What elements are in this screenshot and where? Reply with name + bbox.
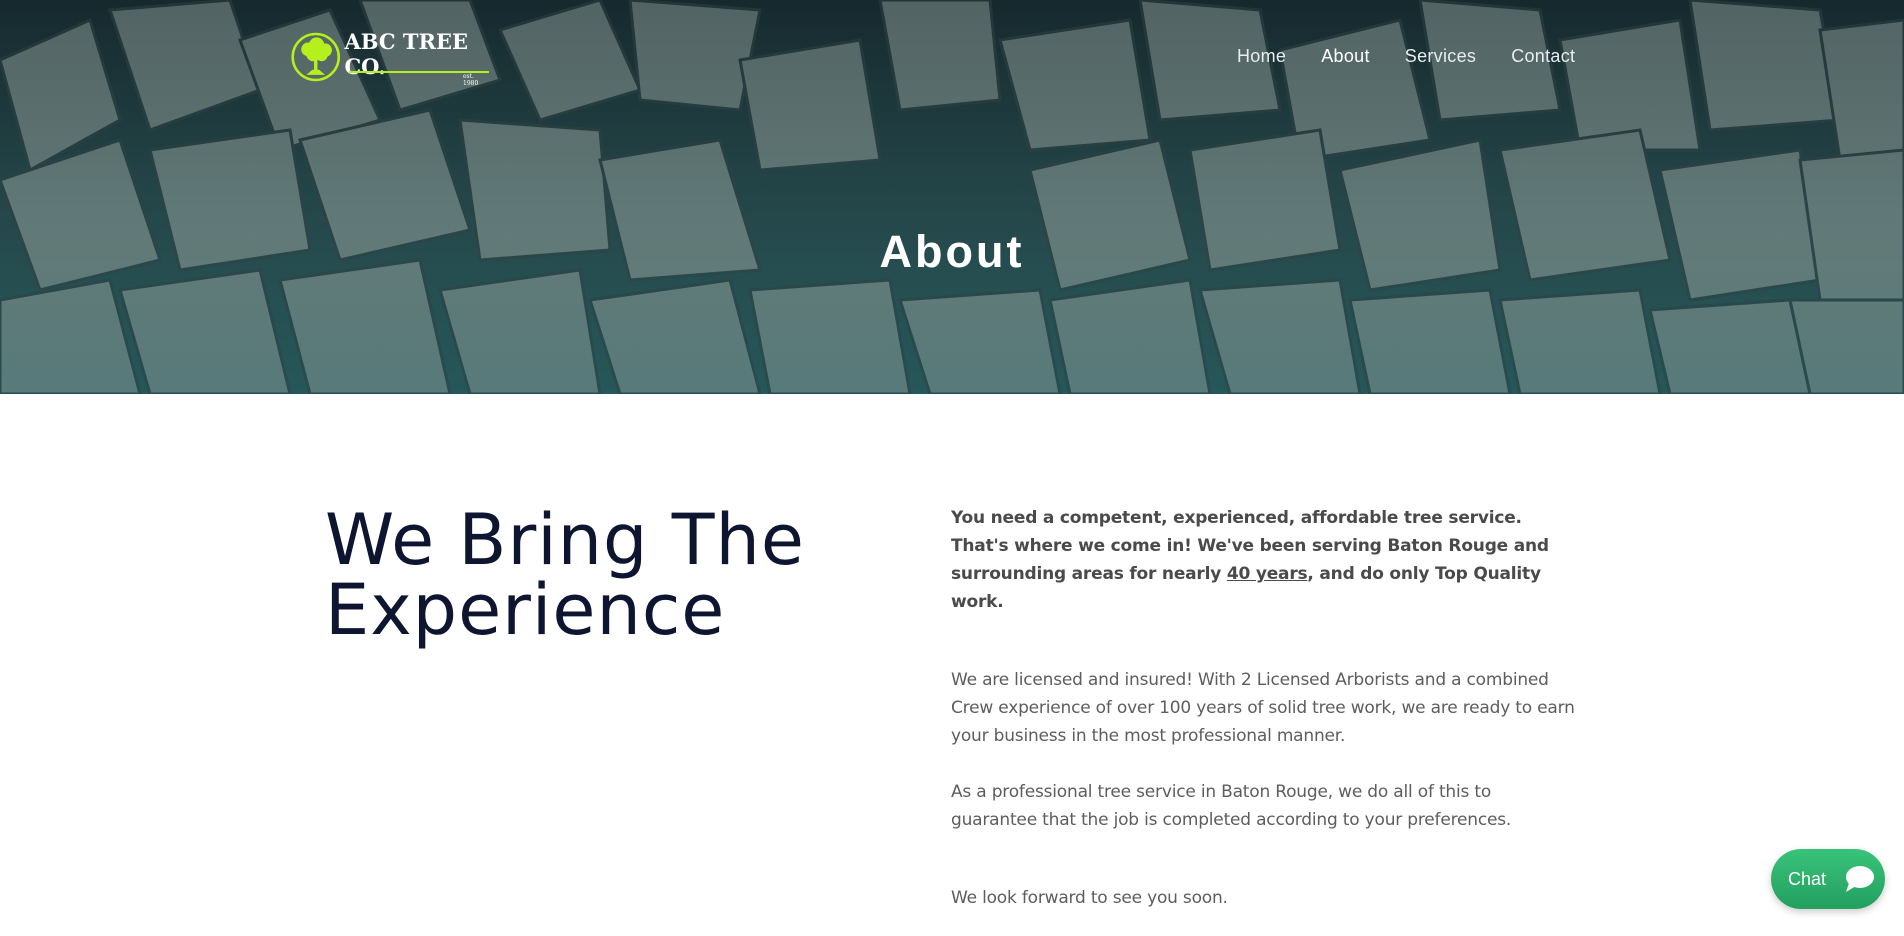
chat-bubble-icon bbox=[1846, 866, 1874, 892]
about-content: You need a competent, experienced, affor… bbox=[951, 504, 1581, 912]
main-nav: Home About Services Contact bbox=[1237, 46, 1610, 67]
hero-overlay bbox=[0, 0, 1904, 394]
nav-about[interactable]: About bbox=[1321, 46, 1370, 67]
chat-button[interactable]: Chat bbox=[1771, 849, 1885, 909]
chat-label: Chat bbox=[1788, 868, 1827, 889]
tree-logo-icon bbox=[291, 32, 341, 82]
nav-services[interactable]: Services bbox=[1405, 46, 1476, 67]
nav-home[interactable]: Home bbox=[1237, 46, 1286, 67]
lead-paragraph: You need a competent, experienced, affor… bbox=[951, 504, 1581, 616]
brand-logo[interactable]: ABC TREE CO. est. 1980 bbox=[291, 26, 491, 88]
paragraph-closing: We look forward to see you soon. bbox=[951, 888, 1228, 908]
years-link[interactable]: 40 years bbox=[1227, 564, 1308, 584]
heading-line-2: Experience bbox=[325, 569, 726, 651]
brand-established: est. 1980 bbox=[463, 73, 479, 87]
paragraph-licensed: We are licensed and insured! With 2 Lice… bbox=[951, 670, 1575, 746]
section-heading: We Bring The Experience bbox=[325, 505, 885, 645]
paragraph-guarantee: As a professional tree service in Baton … bbox=[951, 782, 1512, 830]
nav-contact[interactable]: Contact bbox=[1511, 46, 1575, 67]
page-title: About bbox=[879, 226, 1025, 277]
hero-banner: ABC TREE CO. est. 1980 Home About Servic… bbox=[0, 0, 1904, 394]
